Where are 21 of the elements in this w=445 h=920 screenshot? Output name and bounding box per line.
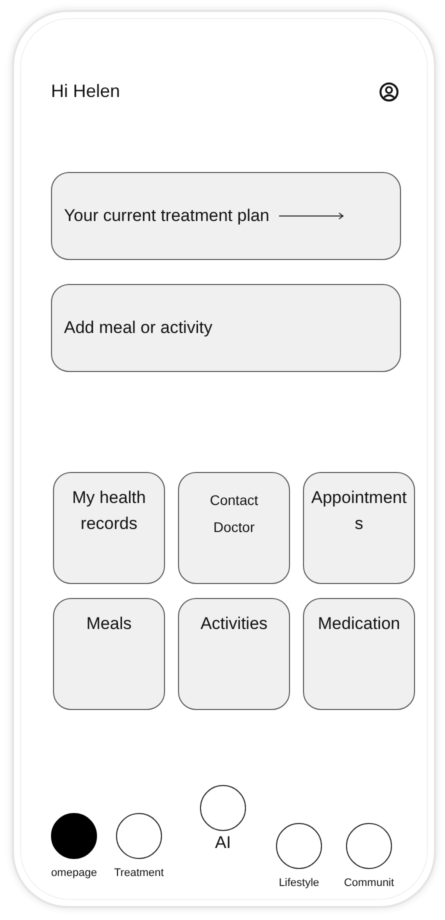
nav-item[interactable]: Communit: [337, 823, 401, 889]
tile-button[interactable]: My health records: [53, 472, 165, 584]
tile-button[interactable]: Medication: [303, 598, 415, 710]
tile-button[interactable]: Contact Doctor: [178, 472, 290, 584]
tile-button[interactable]: Appointments: [303, 472, 415, 584]
nav-label: AI: [214, 833, 232, 853]
nav-label: omepage: [51, 867, 97, 879]
card-button[interactable]: Your current treatment plan: [51, 172, 401, 260]
tile-button[interactable]: Activities: [178, 598, 290, 710]
nav-item[interactable]: Treatment: [105, 813, 173, 879]
profile-icon[interactable]: [379, 82, 399, 102]
nav-item[interactable]: Lifestyle: [269, 823, 329, 889]
nav-item[interactable]: omepage: [43, 813, 105, 879]
nav-item[interactable]: AI: [183, 785, 263, 853]
greeting: Hi Helen: [51, 81, 120, 102]
arrow-icon: [279, 212, 346, 220]
nav-label: Lifestyle: [278, 877, 320, 889]
tile-button[interactable]: Meals: [53, 598, 165, 710]
nav-label: Communit: [344, 877, 394, 889]
card-button[interactable]: Add meal or activity: [51, 284, 401, 372]
nav-label: Treatment: [114, 867, 164, 879]
